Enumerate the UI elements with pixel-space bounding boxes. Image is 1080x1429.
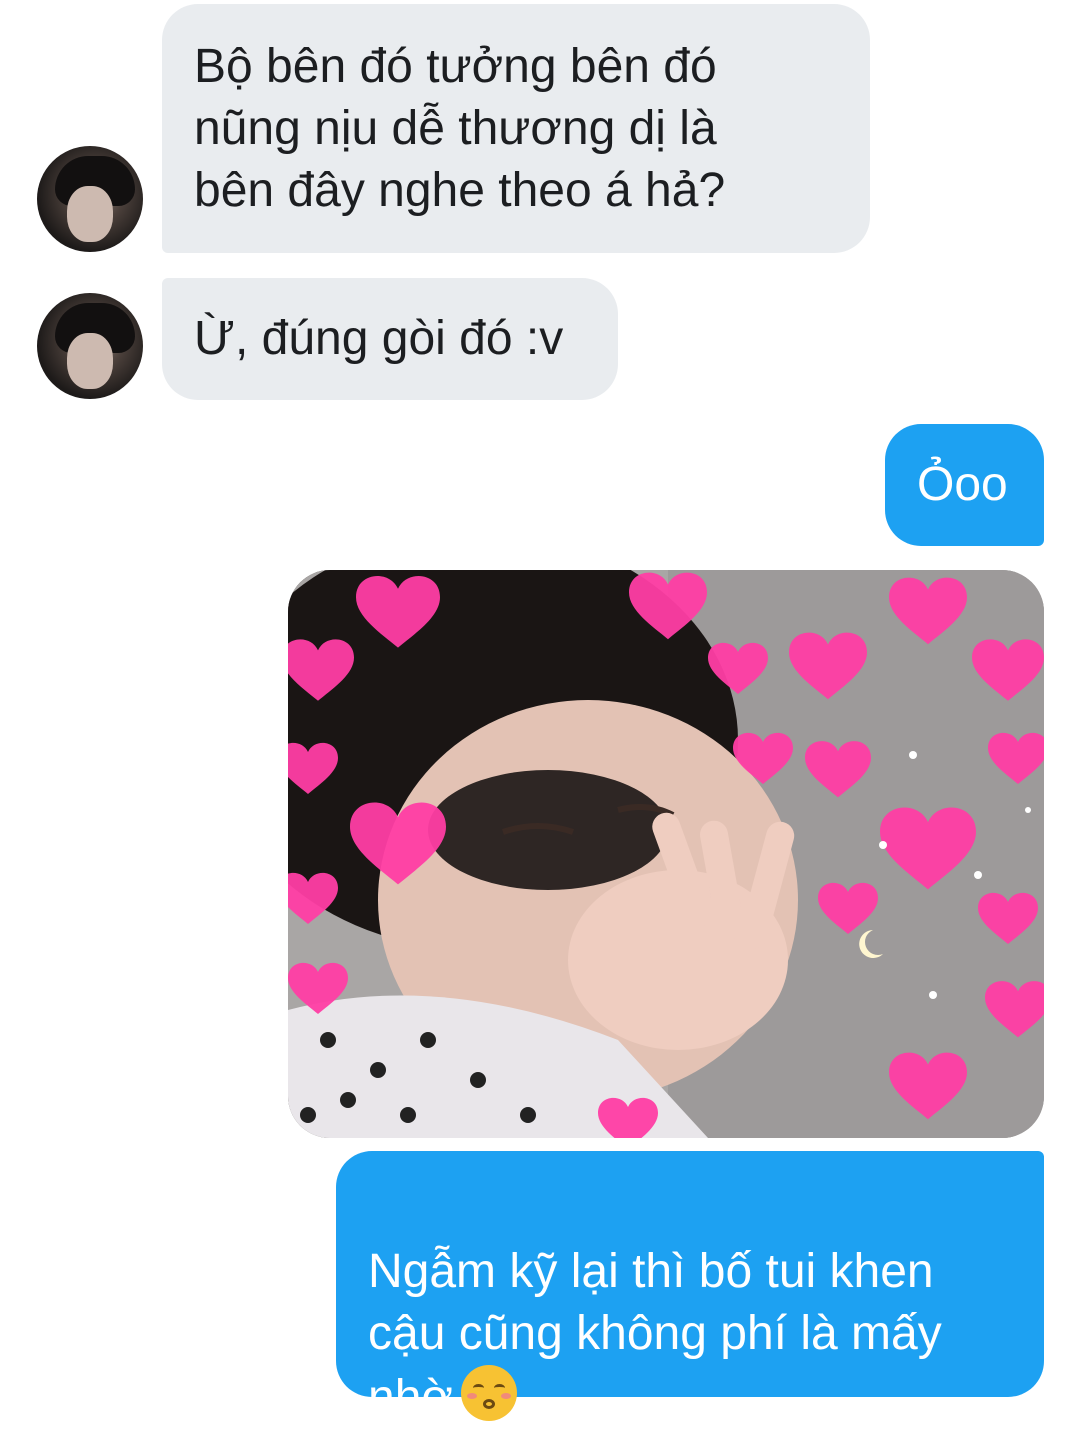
message-bubble-outgoing[interactable]: Ỏoo — [885, 424, 1044, 546]
message-text: Ngẫm kỹ lại thì bố tui khen cậu cũng khô… — [368, 1245, 942, 1424]
contact-avatar[interactable] — [37, 146, 143, 252]
message-bubble-incoming[interactable]: Ừ, đúng gòi đó :v — [162, 278, 618, 400]
kissing-smiling-eyes-emoji — [460, 1365, 517, 1421]
message-bubble-incoming[interactable]: Bộ bên đó tưởng bên đó nũng nịu dễ thươn… — [162, 4, 870, 253]
photo-image — [288, 570, 1044, 1138]
contact-avatar[interactable] — [37, 293, 143, 399]
child-with-hearts-photo[interactable] — [288, 570, 1044, 1138]
message-bubble-outgoing[interactable]: Ngẫm kỹ lại thì bố tui khen cậu cũng khô… — [336, 1151, 1044, 1424]
